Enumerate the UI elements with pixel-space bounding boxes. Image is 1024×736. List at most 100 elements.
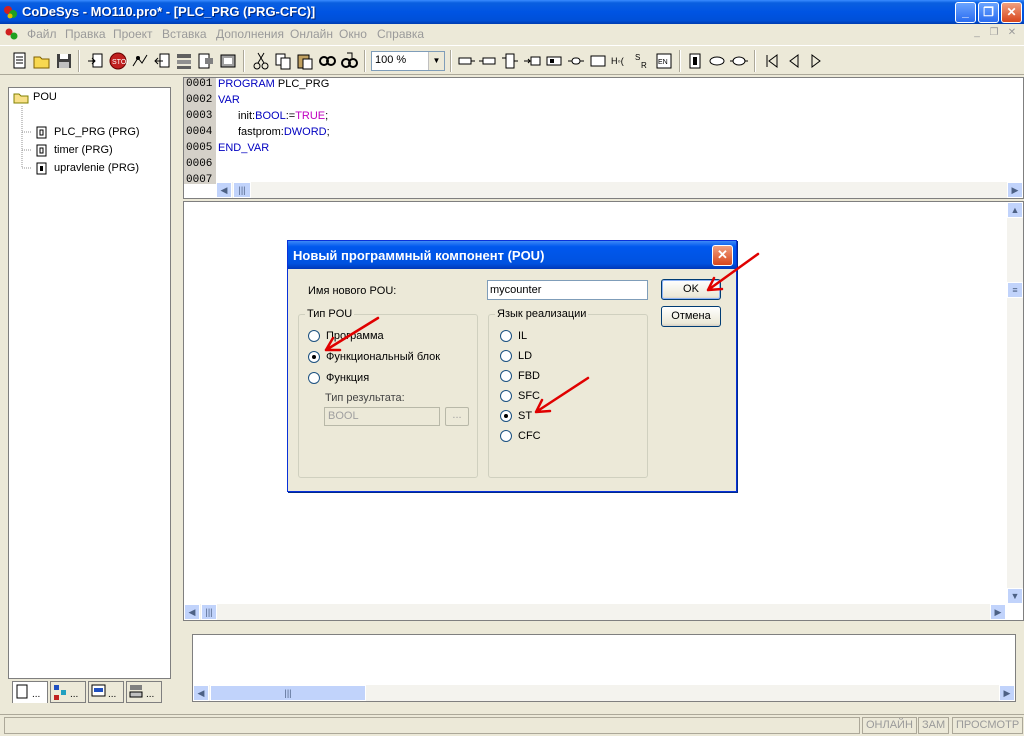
breakpoint-icon[interactable]	[218, 51, 238, 71]
cfc-outport-icon[interactable]	[729, 51, 749, 71]
toolbar: STOP 100 % ▼ H◦( SR EN	[0, 45, 1024, 75]
copy-icon[interactable]	[273, 51, 293, 71]
tree-root-label: POU	[33, 91, 57, 103]
radio-button[interactable]	[500, 330, 512, 342]
new-pou-dialog: Новый программный компонент (POU) ✕ Имя …	[287, 240, 737, 492]
radio-button[interactable]	[500, 350, 512, 362]
menu-project[interactable]: Проект	[113, 27, 153, 41]
cancel-button[interactable]: Отмена	[661, 306, 721, 327]
svg-text:STOP: STOP	[112, 59, 128, 66]
codesys-app-icon[interactable]	[3, 4, 19, 20]
mdi-close-icon[interactable]: ✕	[1005, 27, 1019, 39]
menu-edit[interactable]: Правка	[65, 27, 106, 41]
menu-window[interactable]: Окно	[339, 27, 367, 41]
menu-help[interactable]: Справка	[377, 27, 424, 41]
folder-icon	[13, 91, 29, 104]
code-text: init:	[238, 110, 256, 122]
paste-icon[interactable]	[295, 51, 315, 71]
tab-visualizations[interactable]: ...	[88, 681, 124, 703]
scroll-left-icon[interactable]: ◀	[216, 182, 232, 198]
radio-label: FBD	[518, 370, 540, 382]
code-line-5: END_VAR	[218, 142, 269, 154]
go-first-icon[interactable]	[762, 51, 782, 71]
mdi-restore-icon[interactable]: ❐	[987, 27, 1001, 39]
declaration-editor[interactable]: 0001 0002 0003 0004 0005 0006 0007 PROGR…	[183, 77, 1024, 199]
cfc-set-reset-icon[interactable]: SR	[632, 51, 652, 71]
cfc-input-icon[interactable]	[456, 51, 476, 71]
radio-button[interactable]	[500, 390, 512, 402]
svg-text:...: ...	[70, 689, 78, 700]
scroll-right-icon[interactable]: ▶	[1007, 182, 1023, 198]
cfc-jump-icon[interactable]	[522, 51, 542, 71]
pou-tree-panel[interactable]: POU PLC_PRG (PRG) timer (PRG) upravlenie…	[8, 87, 171, 679]
run-icon[interactable]	[130, 51, 150, 71]
minimize-icon[interactable]: _	[955, 2, 976, 23]
cfc-output-icon[interactable]	[478, 51, 498, 71]
step-in-icon[interactable]	[196, 51, 216, 71]
menu-extras[interactable]: Дополнения	[216, 27, 284, 41]
restore-icon[interactable]: ❐	[978, 2, 999, 23]
program-icon	[35, 144, 48, 157]
cfc-comment-icon[interactable]	[588, 51, 608, 71]
line-number: 0001	[186, 78, 213, 90]
login-icon[interactable]	[86, 51, 106, 71]
horizontal-scrollbar[interactable]: ◀ ||| ▶	[184, 604, 1006, 620]
dialog-title-bar[interactable]: Новый программный компонент (POU) ✕	[288, 241, 736, 269]
cfc-return-icon[interactable]	[566, 51, 586, 71]
vertical-scrollbar[interactable]: ▲ ≡ ▼	[1007, 202, 1023, 604]
close-icon[interactable]: ✕	[712, 245, 733, 266]
radio-button[interactable]	[500, 430, 512, 442]
find-next-icon[interactable]	[339, 51, 359, 71]
menu-insert[interactable]: Вставка	[162, 27, 207, 41]
save-icon[interactable]	[54, 51, 74, 71]
pou-name-label: Имя нового POU:	[308, 285, 397, 297]
step-over-icon[interactable]	[174, 51, 194, 71]
scroll-up-icon[interactable]: ▲	[1007, 202, 1023, 218]
scroll-thumb[interactable]: |||	[210, 685, 366, 701]
radio-button[interactable]	[308, 330, 320, 342]
go-previous-icon[interactable]	[784, 51, 804, 71]
tab-pous[interactable]: ...	[12, 681, 48, 703]
menu-online[interactable]: Онлайн	[290, 27, 333, 41]
scroll-left-icon[interactable]: ◀	[184, 604, 200, 620]
chevron-down-icon[interactable]: ▼	[428, 52, 444, 70]
stop-icon[interactable]: STOP	[108, 51, 128, 71]
pou-name-input[interactable]: mycounter	[487, 280, 648, 300]
horizontal-scrollbar[interactable]: ◀ ||| ▶	[193, 685, 1015, 701]
cfc-inport-icon[interactable]	[707, 51, 727, 71]
cut-icon[interactable]	[251, 51, 271, 71]
title-bar[interactable]: CoDeSys - MO110.pro* - [PLC_PRG (PRG-CFC…	[0, 0, 1024, 24]
scroll-right-icon[interactable]: ▶	[990, 604, 1006, 620]
scroll-thumb[interactable]: |||	[201, 604, 217, 620]
mdi-minimize-icon[interactable]: _	[970, 27, 984, 39]
tab-resources[interactable]: ...	[126, 681, 162, 703]
logout-icon[interactable]	[152, 51, 172, 71]
radio-button[interactable]	[500, 370, 512, 382]
menu-file[interactable]: Файл	[27, 27, 57, 41]
radio-button-selected[interactable]	[308, 351, 320, 363]
scroll-thumb[interactable]: ≡	[1007, 282, 1023, 298]
close-icon[interactable]: ✕	[1001, 2, 1022, 23]
scroll-thumb[interactable]: |||	[233, 182, 251, 198]
radio-button-selected[interactable]	[500, 410, 512, 422]
message-window[interactable]: ◀ ||| ▶	[192, 634, 1016, 702]
radio-button[interactable]	[308, 372, 320, 384]
go-next-icon[interactable]	[806, 51, 826, 71]
scroll-right-icon[interactable]: ▶	[999, 685, 1015, 701]
cfc-connect-icon[interactable]: H◦(	[610, 51, 630, 71]
zoom-select[interactable]: 100 % ▼	[371, 51, 445, 71]
scroll-left-icon[interactable]: ◀	[193, 685, 209, 701]
new-file-icon[interactable]	[10, 51, 30, 71]
horizontal-scrollbar[interactable]: ◀ ||| ▶	[216, 182, 1023, 198]
document-icon[interactable]	[4, 26, 20, 42]
scroll-down-icon[interactable]: ▼	[1007, 588, 1023, 604]
find-icon[interactable]	[317, 51, 337, 71]
cfc-box-icon[interactable]	[500, 51, 520, 71]
toolbar-separator	[243, 50, 245, 72]
open-folder-icon[interactable]	[32, 51, 52, 71]
cfc-macro-icon[interactable]	[685, 51, 705, 71]
tab-data-types[interactable]: ...	[50, 681, 86, 703]
ok-button[interactable]: OK	[661, 279, 721, 300]
cfc-en-icon[interactable]: EN	[654, 51, 674, 71]
cfc-label-icon[interactable]	[544, 51, 564, 71]
